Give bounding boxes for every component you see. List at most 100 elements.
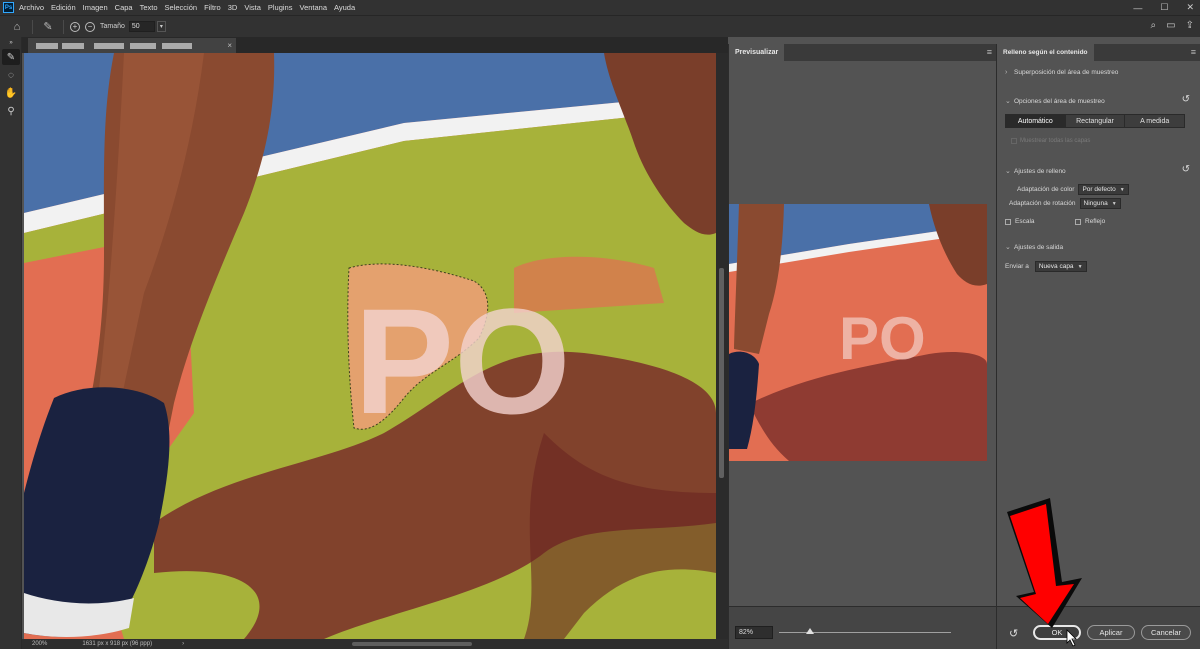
divider	[32, 19, 33, 34]
cancel-button[interactable]: Cancelar	[1141, 625, 1191, 640]
document-tab-bar: ×	[22, 37, 728, 53]
rotation-adaptation-select[interactable]: Ninguna ▼	[1079, 198, 1121, 209]
rotation-adaptation-label: Adaptación de rotación	[1009, 200, 1076, 207]
menu-capa[interactable]: Capa	[115, 3, 133, 12]
preview-zoom-slider[interactable]	[779, 632, 951, 633]
chevron-right-icon: ›	[1005, 69, 1008, 76]
preview-zoom-bar: 82%	[729, 606, 997, 649]
mirror-option[interactable]: Reflejo	[1075, 218, 1105, 225]
workspace-icon[interactable]: ▭	[1166, 20, 1175, 31]
add-to-sample-icon[interactable]: +	[70, 21, 80, 32]
subtract-from-sample-icon[interactable]: −	[85, 21, 95, 32]
mode-automatico[interactable]: Automático	[1006, 115, 1066, 127]
chevron-down-icon[interactable]: ▾	[156, 21, 166, 32]
preview-svg: PO	[729, 204, 987, 461]
tab-relleno[interactable]: Relleno según el contenido	[997, 44, 1094, 61]
brush-preset-icon[interactable]: ✎	[39, 19, 57, 35]
apply-button[interactable]: Aplicar	[1087, 625, 1135, 640]
output-to-row: Enviar a Nueva capa ▼	[1005, 261, 1087, 272]
scale-label: Escala	[1015, 218, 1035, 225]
menu-edicion[interactable]: Edición	[51, 3, 76, 12]
menu-seleccion[interactable]: Selección	[165, 3, 198, 12]
minimize-icon[interactable]: —	[1133, 3, 1142, 13]
panel-menu-icon[interactable]: ≡	[1191, 47, 1196, 57]
zoom-readout[interactable]: 200%	[32, 641, 47, 647]
close-icon[interactable]: ✕	[1186, 2, 1194, 13]
ok-button[interactable]: OK	[1033, 625, 1081, 640]
menu-filtro[interactable]: Filtro	[204, 3, 221, 12]
size-input[interactable]: 50	[128, 21, 155, 32]
mode-rectangular[interactable]: Rectangular	[1066, 115, 1126, 127]
panel-menu-icon[interactable]: ≡	[987, 47, 992, 57]
scale-option[interactable]: Escala	[1005, 218, 1035, 225]
canvas-image: PO	[24, 53, 716, 639]
menu-imagen[interactable]: Imagen	[83, 3, 108, 12]
home-icon[interactable]: ⌂	[8, 19, 26, 35]
menu-ventana[interactable]: Ventana	[299, 3, 327, 12]
tab-previsualizar[interactable]: Previsualizar	[729, 44, 785, 61]
output-settings-section[interactable]: ⌄ Ajustes de salida	[1005, 243, 1063, 252]
status-bar: 200% 1631 px x 918 px (96 ppp) ›	[22, 639, 728, 649]
preview-watermark-text: PO	[839, 305, 926, 372]
sample-mode-segmented: Automático Rectangular A medida	[1005, 114, 1185, 128]
scroll-thumb[interactable]	[719, 268, 724, 478]
chevron-down-icon: ▼	[1119, 186, 1125, 193]
menu-archivo[interactable]: Archivo	[19, 3, 44, 12]
collapse-icon[interactable]: »	[2, 39, 20, 47]
preview-zoom-input[interactable]: 82%	[735, 626, 773, 639]
select-value: Nueva capa	[1038, 263, 1074, 270]
select-value: Ninguna	[1083, 200, 1108, 207]
select-value: Por defecto	[1082, 186, 1116, 193]
hand-tool-icon[interactable]: ✋	[2, 85, 20, 101]
preview-arm	[929, 204, 987, 286]
color-adaptation-select[interactable]: Por defecto ▼	[1078, 184, 1129, 195]
rotation-adaptation-row: Adaptación de rotación Ninguna ▼	[1009, 198, 1121, 209]
mirror-label: Reflejo	[1085, 218, 1106, 225]
chevron-down-icon: ⌄	[1005, 244, 1011, 251]
section-label: Opciones del área de muestreo	[1014, 97, 1105, 105]
menu-ayuda[interactable]: Ayuda	[334, 3, 355, 12]
photoshop-logo-icon: Ps	[3, 2, 14, 13]
window-controls: — ☐ ✕	[1133, 0, 1194, 15]
sample-all-layers-option: Muestrear todas las capas	[1011, 138, 1090, 144]
slider-knob-icon[interactable]	[805, 628, 814, 634]
scale-checkbox[interactable]	[1005, 218, 1011, 225]
share-icon[interactable]: ⇪	[1186, 20, 1194, 31]
document-tab[interactable]: ×	[28, 38, 236, 53]
section-label: Superposición del área de muestreo	[1014, 69, 1119, 76]
sample-overlay-section[interactable]: › Superposición del área de muestreo	[1005, 69, 1118, 76]
vertical-scrollbar[interactable]	[716, 53, 728, 639]
output-to-label: Enviar a	[1005, 263, 1029, 270]
document-info: 1631 px x 918 px (96 ppp)	[82, 641, 153, 647]
preview-image[interactable]: PO	[729, 204, 987, 461]
menu-texto[interactable]: Texto	[140, 3, 158, 12]
action-bar: ↺ OK Aplicar Cancelar	[997, 606, 1200, 649]
color-adaptation-row: Adaptación de color Por defecto ▼	[1017, 184, 1129, 195]
lasso-tool-icon[interactable]: ◌	[2, 67, 20, 83]
menu-plugins[interactable]: Plugins	[268, 3, 293, 12]
sample-all-layers-label: Muestrear todas las capas	[1020, 138, 1091, 144]
color-adaptation-label: Adaptación de color	[1017, 186, 1075, 193]
chevron-right-icon[interactable]: ›	[182, 641, 184, 647]
options-right: ⌕ ▭ ⇪	[1151, 20, 1194, 31]
menu-3d[interactable]: 3D	[228, 3, 238, 12]
options-bar: ⌂ ✎ + − Tamaño 50 ▾ ⌕ ▭ ⇪	[0, 15, 1200, 37]
fill-settings-section[interactable]: ⌄ Ajustes de relleno	[1005, 167, 1066, 176]
maximize-icon[interactable]: ☐	[1160, 2, 1168, 13]
reset-all-icon[interactable]: ↺	[1009, 627, 1018, 640]
reset-icon[interactable]: ↺	[1182, 94, 1190, 105]
zoom-tool-icon[interactable]: ⚲	[2, 103, 20, 119]
close-tab-icon[interactable]: ×	[227, 41, 232, 50]
horizontal-scroll-thumb[interactable]	[352, 642, 472, 646]
search-icon[interactable]: ⌕	[1151, 20, 1157, 31]
reset-icon[interactable]: ↺	[1182, 164, 1190, 175]
menu-vista[interactable]: Vista	[244, 3, 261, 12]
document-canvas[interactable]: PO	[24, 53, 716, 639]
output-to-select[interactable]: Nueva capa ▼	[1034, 261, 1087, 272]
chevron-down-icon: ▼	[1111, 200, 1117, 207]
mode-a-medida[interactable]: A medida	[1125, 115, 1184, 127]
mirror-checkbox[interactable]	[1075, 218, 1081, 225]
sampling-brush-tool-icon[interactable]: ✎	[2, 49, 20, 65]
sample-options-section[interactable]: ⌄ Opciones del área de muestreo	[1005, 97, 1105, 106]
props-tab-bar: Relleno según el contenido ≡	[997, 44, 1200, 61]
